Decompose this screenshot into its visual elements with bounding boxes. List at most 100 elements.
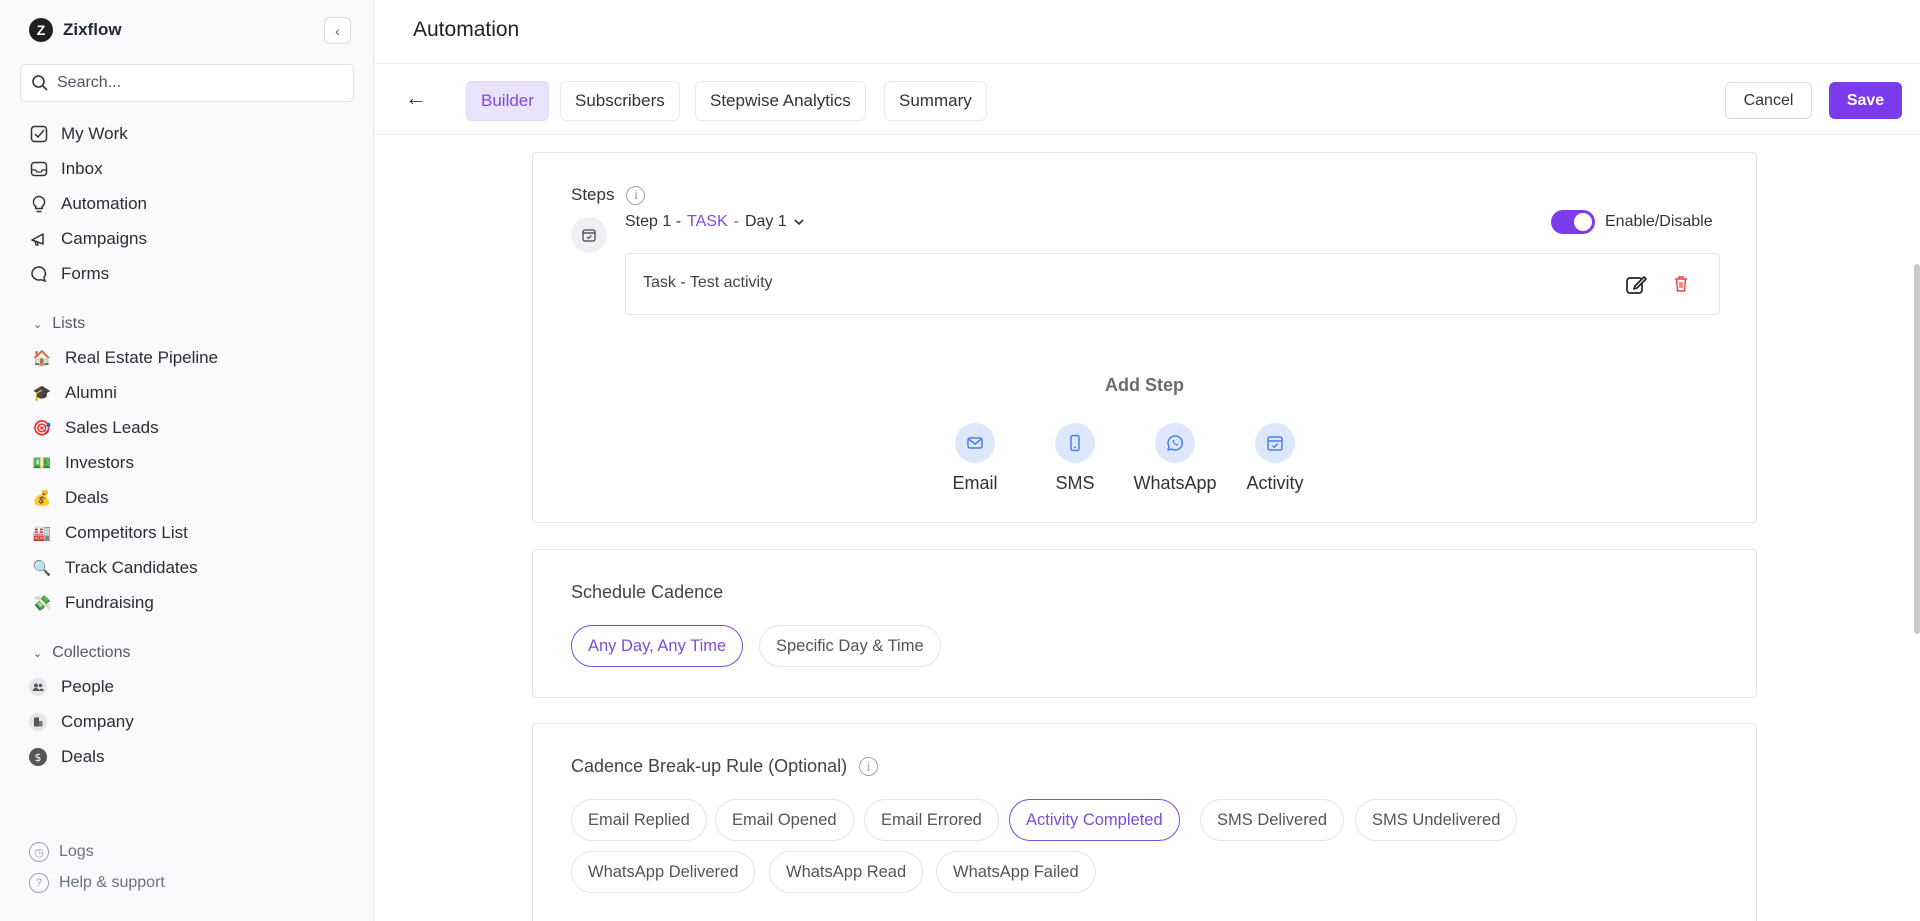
nav-label: Inbox bbox=[61, 159, 103, 178]
arrow-left-icon: ← bbox=[405, 85, 427, 110]
workspace-brand[interactable]: Z Zixflow bbox=[29, 18, 122, 42]
list-label: Fundraising bbox=[65, 593, 154, 612]
list-label: Alumni bbox=[65, 383, 117, 402]
lists-section-toggle[interactable]: ⌄ Lists bbox=[33, 315, 85, 333]
collection-item-deals[interactable]: $ Deals bbox=[29, 743, 104, 771]
search-input[interactable] bbox=[57, 74, 337, 92]
list-item-real-estate-pipeline[interactable]: 🏠 Real Estate Pipeline bbox=[33, 344, 218, 372]
info-icon[interactable]: i bbox=[626, 185, 646, 205]
step-separator: - bbox=[733, 213, 739, 230]
add-whatsapp-step-button[interactable]: WhatsApp bbox=[1130, 423, 1220, 494]
list-item-investors[interactable]: 💵 Investors bbox=[33, 449, 134, 477]
list-label: Sales Leads bbox=[65, 418, 159, 437]
nav-item-automation[interactable]: Automation bbox=[29, 190, 147, 218]
collections-section-toggle[interactable]: ⌄ Collections bbox=[33, 644, 130, 662]
enable-disable-toggle[interactable]: Enable/Disable bbox=[1551, 210, 1713, 234]
search-icon bbox=[32, 75, 48, 91]
task-text: Task - Test activity bbox=[643, 274, 773, 291]
chevron-down-icon: ⌄ bbox=[33, 318, 43, 331]
chevron-down-icon: ⌄ bbox=[33, 647, 43, 660]
edit-icon[interactable] bbox=[1624, 273, 1648, 297]
page-scrollbar[interactable] bbox=[1914, 264, 1920, 634]
steps-heading: Steps i bbox=[571, 185, 646, 205]
steps-card: Steps i Step 1 - TASK - Day 1 Enable/Dis… bbox=[532, 152, 1757, 523]
list-item-fundraising[interactable]: 💸 Fundraising bbox=[33, 589, 154, 617]
nav-item-forms[interactable]: Forms bbox=[29, 260, 109, 288]
trash-icon[interactable] bbox=[1671, 274, 1691, 294]
page-header: Automation bbox=[375, 0, 1920, 64]
logs-link[interactable]: ◷ Logs bbox=[29, 842, 94, 862]
workspace-name: Zixflow bbox=[63, 20, 122, 39]
save-button[interactable]: Save bbox=[1829, 82, 1902, 119]
step-1-header[interactable]: Step 1 - TASK - Day 1 bbox=[625, 213, 805, 231]
add-option-label: Activity bbox=[1246, 473, 1304, 493]
calendar-check-icon bbox=[571, 217, 607, 253]
search-box[interactable] bbox=[20, 64, 354, 102]
cancel-button[interactable]: Cancel bbox=[1725, 82, 1812, 119]
list-label: Deals bbox=[65, 488, 109, 507]
list-label: Competitors List bbox=[65, 523, 188, 542]
list-item-alumni[interactable]: 🎓 Alumni bbox=[33, 379, 117, 407]
add-sms-step-button[interactable]: SMS bbox=[1030, 423, 1120, 494]
list-item-deals[interactable]: 💰 Deals bbox=[32, 484, 109, 512]
chip-whatsapp-read[interactable]: WhatsApp Read bbox=[769, 851, 924, 893]
collapse-sidebar-button[interactable]: ‹ bbox=[324, 17, 351, 44]
breakup-heading: Cadence Break-up Rule (Optional) i bbox=[571, 756, 879, 777]
chip-whatsapp-delivered[interactable]: WhatsApp Delivered bbox=[571, 851, 756, 893]
logs-label: Logs bbox=[59, 843, 94, 860]
list-label: Track Candidates bbox=[65, 558, 198, 577]
info-icon[interactable]: i bbox=[859, 757, 879, 776]
collection-item-people[interactable]: People bbox=[29, 673, 114, 701]
clock-icon: ◷ bbox=[29, 842, 49, 862]
people-icon bbox=[29, 678, 47, 696]
add-option-label: Email bbox=[952, 473, 998, 493]
step-day: Day 1 bbox=[744, 213, 787, 230]
step-type: TASK bbox=[687, 213, 728, 230]
schedule-cadence-card: Schedule Cadence Any Day, Any Time Speci… bbox=[532, 549, 1757, 698]
toggle-switch[interactable] bbox=[1551, 210, 1595, 234]
tab-subscribers[interactable]: Subscribers bbox=[560, 81, 680, 121]
dollar-icon: $ bbox=[29, 748, 47, 766]
nav-item-inbox[interactable]: Inbox bbox=[29, 155, 103, 183]
tab-summary[interactable]: Summary bbox=[884, 81, 987, 121]
cadence-breakup-card: Cadence Break-up Rule (Optional) i Email… bbox=[532, 723, 1757, 921]
bulb-icon bbox=[29, 194, 49, 214]
list-item-track-candidates[interactable]: 🔍 Track Candidates bbox=[33, 554, 198, 582]
list-item-sales-leads[interactable]: 🎯 Sales Leads bbox=[33, 414, 159, 442]
back-button[interactable]: ← bbox=[405, 85, 427, 111]
help-support-link[interactable]: ? Help & support bbox=[29, 873, 165, 893]
nav-label: My Work bbox=[61, 124, 128, 143]
whatsapp-icon bbox=[1155, 423, 1195, 463]
chip-sms-undelivered[interactable]: SMS Undelivered bbox=[1355, 799, 1518, 841]
page-title: Automation bbox=[413, 18, 520, 41]
collection-label: Deals bbox=[61, 747, 105, 766]
step-number: Step 1 - bbox=[625, 213, 682, 230]
builder-tabbar: ← Builder Subscribers Stepwise Analytics… bbox=[375, 65, 1920, 135]
factory-icon: 🏭 bbox=[32, 524, 52, 542]
add-activity-step-button[interactable]: Activity bbox=[1230, 423, 1320, 494]
money-bag-icon: 💰 bbox=[32, 489, 52, 507]
tab-stepwise-analytics[interactable]: Stepwise Analytics bbox=[695, 81, 866, 121]
schedule-cadence-heading: Schedule Cadence bbox=[571, 582, 724, 602]
chip-specific-day-time[interactable]: Specific Day & Time bbox=[759, 625, 941, 667]
collection-item-company[interactable]: Company bbox=[29, 708, 134, 736]
money-wings-icon: 💸 bbox=[32, 594, 52, 612]
tab-builder[interactable]: Builder bbox=[466, 81, 549, 121]
add-option-label: SMS bbox=[1055, 473, 1095, 493]
chip-any-day-any-time[interactable]: Any Day, Any Time bbox=[571, 625, 744, 667]
chevron-left-icon: ‹ bbox=[335, 22, 340, 39]
question-icon: ? bbox=[29, 873, 49, 893]
chip-activity-completed[interactable]: Activity Completed bbox=[1009, 799, 1180, 841]
list-item-competitors-list[interactable]: 🏭 Competitors List bbox=[33, 519, 188, 547]
add-email-step-button[interactable]: Email bbox=[930, 423, 1020, 494]
steps-title: Steps bbox=[571, 185, 615, 204]
chip-sms-delivered[interactable]: SMS Delivered bbox=[1200, 799, 1345, 841]
nav-label: Forms bbox=[61, 264, 110, 283]
chip-whatsapp-failed[interactable]: WhatsApp Failed bbox=[936, 851, 1096, 893]
chip-email-opened[interactable]: Email Opened bbox=[715, 799, 854, 841]
lists-heading: Lists bbox=[52, 315, 86, 332]
nav-item-my-work[interactable]: My Work bbox=[29, 120, 128, 148]
nav-item-campaigns[interactable]: Campaigns bbox=[29, 225, 147, 253]
chip-email-replied[interactable]: Email Replied bbox=[571, 799, 707, 841]
chip-email-errored[interactable]: Email Errored bbox=[864, 799, 999, 841]
